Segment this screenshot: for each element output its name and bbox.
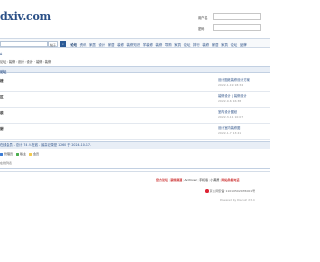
nav-item[interactable]: 论坛	[182, 42, 191, 47]
last-post-date: 2022-1-19 18:34	[218, 83, 244, 87]
nav-item[interactable]: 资讯	[78, 42, 87, 47]
nav-item[interactable]: 装修	[116, 42, 125, 47]
nav-item[interactable]: 论坛	[69, 42, 78, 47]
footer-link[interactable]: 小黑屋	[210, 178, 219, 182]
nav-item[interactable]: 装修	[154, 42, 163, 47]
footer-copyright: Powered by Discuz! X3.4	[220, 198, 255, 202]
last-post-title[interactable]: 室内设计图纸	[218, 109, 270, 114]
forum-name[interactable]: 区	[0, 95, 4, 100]
last-post-title[interactable]: 设计图纸装修设计方案	[218, 77, 270, 82]
username-field[interactable]	[213, 13, 261, 20]
forum-row[interactable]: 厨 设计室内装修图 2022-1-7 13:41	[0, 121, 270, 140]
forum-last-post: 设计图纸装修设计方案 2022-1-19 18:34	[218, 77, 270, 87]
login-form: 用户名 密码	[198, 13, 270, 33]
footer-divider	[0, 171, 270, 172]
moderator-icon	[16, 152, 20, 156]
nav-item[interactable]: 论坛	[229, 42, 238, 47]
online-title[interactable]: 在线会员 - 总计 74 人在线 - 最高记录是 1260 于 2024-10-…	[0, 142, 270, 149]
site-logo[interactable]: dxiv.com	[0, 10, 51, 24]
last-post-date: 2022-3-11 10:07	[218, 115, 244, 119]
footer-link[interactable]: 网站举报电话	[222, 178, 240, 182]
legend-item-moderator: 版主	[16, 152, 26, 156]
home-icon[interactable]: ⌂	[0, 52, 4, 56]
search-scope-select[interactable]: 帖子	[48, 41, 58, 47]
nav-item[interactable]: 学装修	[141, 42, 154, 47]
nav-item[interactable]: 导购	[164, 42, 173, 47]
username-label: 用户名	[198, 16, 208, 20]
footer-link[interactable]: 官方论坛	[156, 178, 168, 182]
breadcrumb-link[interactable]: 装修	[45, 60, 51, 64]
password-label: 密码	[198, 27, 205, 31]
forum-name[interactable]: 楼	[0, 79, 4, 84]
password-field[interactable]	[213, 24, 261, 31]
admin-icon	[0, 152, 3, 156]
main-nav: 帖子 ⌕ 论坛 资讯 家居 设计 家居 装修 装修知识 学装修 装修 导购 家具 论坛 排行 装修 家居 家具…	[0, 38, 270, 48]
gov-record-text: 京公网安备 11010502035001号	[209, 189, 256, 193]
forum-name[interactable]: 厨	[0, 127, 4, 132]
nav-item[interactable]: 设计	[97, 42, 106, 47]
forum-name[interactable]: 装	[0, 111, 4, 116]
last-post-title[interactable]: 装修设计 | 装修设计	[218, 93, 270, 98]
legend-item-admin: 管理员	[0, 152, 13, 156]
breadcrumb-link[interactable]: 设计 · 装修	[27, 60, 43, 64]
footer-link[interactable]: 手机版	[199, 178, 208, 182]
legend-label: 管理员	[4, 152, 14, 156]
footer-gov-record[interactable]: 京公网安备 11010502035001号	[205, 189, 255, 193]
nav-item[interactable]: 家居	[88, 42, 97, 47]
password-row: 密码	[198, 24, 270, 32]
nav-items: 论坛 资讯 家居 设计 家居 装修 装修知识 学装修 装修 导购 家具 论坛 排行 装修 家居 家具 论坛 品牌	[69, 39, 248, 49]
forum-last-post: 设计室内装修图 2022-1-7 13:41	[218, 125, 270, 135]
nav-item[interactable]: 家具	[173, 42, 182, 47]
logo-text: dxiv.com	[0, 10, 51, 23]
member-icon	[29, 152, 33, 156]
legend-label: 版主	[20, 152, 27, 156]
nav-item[interactable]: 家具	[220, 42, 229, 47]
nav-item[interactable]: 装修知识	[125, 42, 141, 47]
last-post-date: 2022-1-7 13:41	[218, 131, 242, 135]
police-emblem-icon	[205, 189, 209, 193]
legend-item-member: 会员	[29, 152, 39, 156]
forum-table-header: 论坛	[0, 66, 270, 74]
online-list-link[interactable]: 在线列表	[0, 161, 12, 165]
footer-link[interactable]: 装修频道	[170, 178, 182, 182]
nav-item[interactable]: 排行	[192, 42, 201, 47]
forum-last-post: 装修设计 | 装修设计 2022-9-6 16:38	[218, 93, 270, 103]
breadcrumb: 论坛›装修›设计›设计 · 装修›装修	[0, 59, 51, 64]
nav-item[interactable]: 家居	[107, 42, 116, 47]
nav-item[interactable]: 品牌	[239, 42, 248, 47]
search-icon: ⌕	[62, 42, 64, 46]
nav-item[interactable]: 家居	[210, 42, 219, 47]
last-post-title[interactable]: 设计室内装修图	[218, 125, 270, 130]
online-members-box: 在线会员 - 总计 74 人在线 - 最高记录是 1260 于 2024-10-…	[0, 141, 270, 169]
search-button[interactable]: ⌕	[60, 41, 66, 47]
search-input[interactable]	[0, 41, 48, 47]
online-legend: 管理员 版主 会员	[0, 152, 39, 156]
forum-last-post: 室内设计图纸 2022-3-11 10:07	[218, 109, 270, 119]
legend-label: 会员	[33, 152, 40, 156]
footer-link[interactable]: Archiver	[184, 178, 196, 182]
site-header: dxiv.com 用户名 密码	[0, 0, 270, 36]
last-post-date: 2022-9-6 16:38	[218, 99, 242, 103]
username-row: 用户名	[198, 13, 270, 21]
nav-item[interactable]: 装修	[201, 42, 210, 47]
footer-links: 官方论坛|装修频道|Archiver|手机版|小黑屋|网站举报电话	[156, 178, 240, 182]
